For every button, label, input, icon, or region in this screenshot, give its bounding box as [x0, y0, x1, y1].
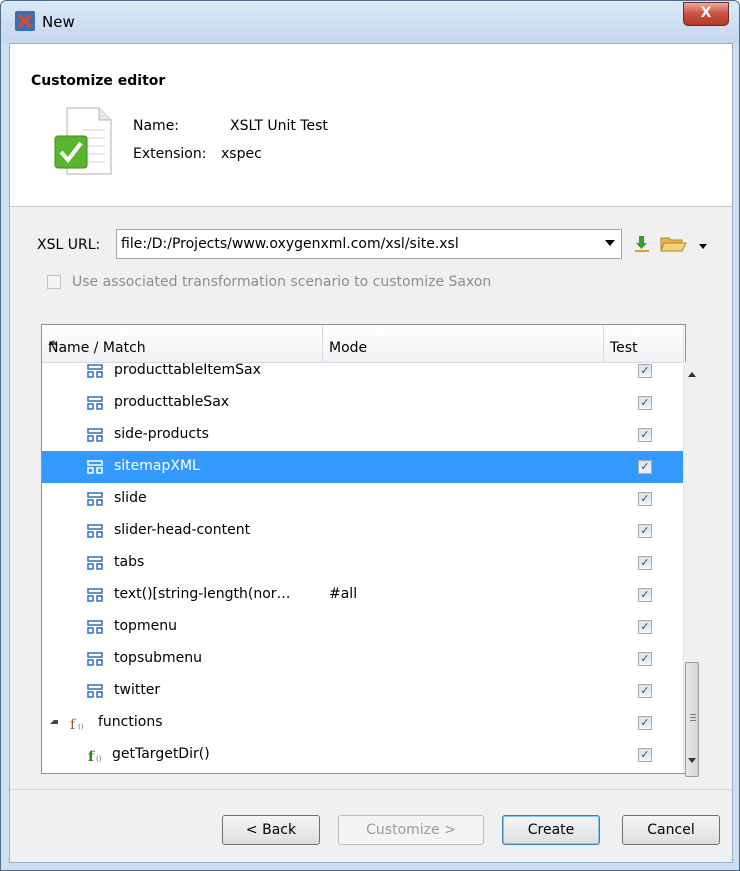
vertical-scrollbar[interactable] [683, 362, 701, 777]
row-mode: #all [329, 586, 358, 602]
template-icon [87, 460, 103, 478]
tree-row[interactable]: producttableSax ✓ [42, 387, 684, 419]
document-check-icon [54, 107, 112, 175]
function-icon: f() [87, 748, 109, 768]
test-checkbox[interactable]: ✓ [638, 428, 652, 442]
test-checkbox[interactable]: ✓ [638, 684, 652, 698]
row-name: twitter [114, 682, 161, 698]
tree-row[interactable]: text()[string-length(nor… #all ✓ [42, 579, 684, 611]
tree-row[interactable]: slide ✓ [42, 483, 684, 515]
svg-text:f: f [88, 749, 95, 764]
back-button[interactable]: < Back [222, 815, 320, 845]
test-checkbox[interactable]: ✓ [638, 716, 652, 730]
tree-row[interactable]: topsubmenu ✓ [42, 643, 684, 675]
scenario-checkbox[interactable] [47, 275, 61, 289]
test-checkbox[interactable]: ✓ [638, 460, 652, 474]
functions-group-icon: f() [69, 716, 91, 736]
template-icon [87, 588, 103, 606]
test-checkbox[interactable]: ✓ [638, 556, 652, 570]
header-panel: Customize editor Name: XSLT Unit Test Ex… [10, 44, 732, 207]
template-icon [87, 652, 103, 670]
title-bar[interactable]: New X [1, 1, 739, 43]
download-icon[interactable] [633, 235, 651, 253]
footer-separator [10, 789, 732, 790]
template-icon [87, 524, 103, 542]
tree-row[interactable]: topmenu ✓ [42, 611, 684, 643]
row-name: side-products [114, 426, 209, 442]
dialog-content: Customize editor Name: XSLT Unit Test Ex… [9, 43, 733, 863]
tree-row[interactable]: tabs ✓ [42, 547, 684, 579]
header-title: Customize editor [31, 73, 166, 89]
templates-tree-table[interactable]: Name / Match Mode Test producttableItemS… [41, 324, 686, 774]
row-name: slider-head-content [114, 522, 251, 538]
tree-row[interactable]: f() getTargetDir() ✓ [42, 739, 684, 771]
extension-value: xspec [221, 146, 262, 162]
template-icon [87, 428, 103, 446]
dropdown-arrow-icon[interactable] [605, 240, 615, 246]
test-checkbox[interactable]: ✓ [638, 620, 652, 634]
new-dialog-window: New X Customize editor Name: XSLT Unit T… [0, 0, 740, 871]
collapse-toggle-icon[interactable] [50, 720, 58, 724]
test-checkbox[interactable]: ✓ [638, 364, 652, 378]
svg-text:(): () [96, 755, 102, 763]
row-name: getTargetDir() [112, 746, 210, 762]
test-checkbox[interactable]: ✓ [638, 396, 652, 410]
template-icon [87, 364, 103, 382]
svg-text:(): () [78, 723, 84, 731]
tree-row[interactable]: producttableItemSax ✓ [42, 355, 684, 387]
tree-row[interactable]: side-products ✓ [42, 419, 684, 451]
scroll-down-icon[interactable] [688, 758, 696, 763]
row-name: tabs [114, 554, 145, 570]
tree-row[interactable]: sitemapXML ✓ [42, 451, 684, 483]
customize-button[interactable]: Customize > [338, 815, 484, 845]
test-checkbox[interactable]: ✓ [638, 524, 652, 538]
template-icon [87, 556, 103, 574]
template-icon [87, 396, 103, 414]
test-checkbox[interactable]: ✓ [638, 588, 652, 602]
xsl-url-value: file:/D:/Projects/www.oxygenxml.com/xsl/… [121, 236, 459, 252]
test-checkbox[interactable]: ✓ [638, 748, 652, 762]
xsl-url-combobox[interactable]: file:/D:/Projects/www.oxygenxml.com/xsl/… [116, 229, 622, 259]
xsl-url-label: XSL URL: [37, 237, 101, 253]
window-title: New [42, 13, 75, 31]
cancel-button[interactable]: Cancel [622, 815, 720, 845]
svg-text:f: f [70, 717, 77, 732]
test-checkbox[interactable]: ✓ [638, 492, 652, 506]
row-name: slide [114, 490, 147, 506]
row-name: text()[string-length(nor… [114, 586, 291, 602]
row-name: topmenu [114, 618, 177, 634]
create-button[interactable]: Create [502, 815, 600, 845]
row-name: producttableSax [114, 394, 230, 410]
folder-dropdown-icon[interactable] [699, 244, 707, 249]
tree-row[interactable]: f() functions ✓ [42, 707, 684, 739]
close-button[interactable]: X [683, 2, 729, 26]
name-value: XSLT Unit Test [230, 118, 328, 134]
row-name: topsubmenu [114, 650, 202, 666]
extension-label: Extension: [133, 146, 207, 162]
scenario-checkbox-label: Use associated transformation scenario t… [72, 274, 492, 290]
template-icon [87, 492, 103, 510]
name-label: Name: [133, 118, 180, 134]
oxygen-app-icon [15, 11, 35, 31]
test-checkbox[interactable]: ✓ [638, 652, 652, 666]
scroll-up-icon[interactable] [688, 372, 696, 377]
tree-row[interactable]: slider-head-content ✓ [42, 515, 684, 547]
template-icon [87, 684, 103, 702]
row-name: sitemapXML [114, 458, 200, 474]
open-folder-icon[interactable] [660, 235, 688, 253]
tree-row[interactable]: twitter ✓ [42, 675, 684, 707]
row-name: producttableItemSax [114, 362, 261, 378]
row-name: functions [98, 714, 163, 730]
template-icon [87, 620, 103, 638]
